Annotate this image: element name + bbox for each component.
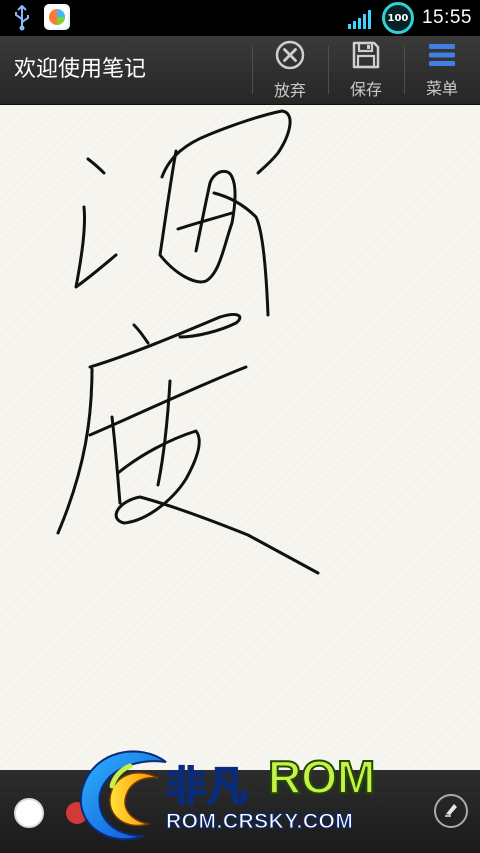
- floppy-disk-icon: [351, 40, 381, 74]
- watermark-brand-rom: ROM: [267, 750, 376, 804]
- page-title: 欢迎使用笔记: [14, 57, 147, 82]
- color-swatch-white[interactable]: [14, 798, 44, 828]
- eraser-icon: [442, 800, 460, 822]
- battery-icon: 100: [381, 2, 414, 34]
- menu-icon: [427, 41, 457, 73]
- status-bar: 100 15:55: [0, 0, 480, 36]
- usb-icon: [8, 4, 36, 32]
- battery-level: 100: [387, 12, 409, 24]
- watermark-emblem: [79, 750, 167, 841]
- clock: 15:55: [421, 7, 472, 28]
- watermark-url: ROM.CRSKY.COM: [165, 810, 354, 834]
- drawing-canvas[interactable]: [0, 105, 480, 770]
- save-button[interactable]: 保存: [328, 36, 404, 104]
- watermark-brand-cn: 非凡: [165, 763, 248, 811]
- handwriting-strokes: [56, 109, 320, 575]
- discard-label: 放弃: [273, 81, 306, 100]
- status-indicators: 100 15:55: [347, 0, 472, 36]
- ink-stroke: [176, 211, 234, 231]
- menu-button[interactable]: 菜单: [404, 36, 480, 104]
- ink-stroke: [110, 415, 122, 505]
- notification-area[interactable]: [8, 4, 70, 32]
- ink-stroke: [56, 367, 94, 535]
- close-circle-icon: [274, 39, 306, 75]
- ink-stroke: [88, 313, 242, 369]
- screen: 100 15:55 欢迎使用笔记 放弃 保存 菜单 非凡 ROM ROM.CRS…: [0, 0, 480, 853]
- ink-stroke: [114, 429, 320, 575]
- ink-stroke: [160, 109, 292, 179]
- signal-icon: [347, 7, 374, 29]
- ink-stroke: [74, 205, 118, 289]
- ink-stroke: [86, 157, 106, 175]
- eraser-button[interactable]: [434, 794, 468, 828]
- ink-stroke: [132, 323, 150, 345]
- app-notification-icon: [44, 4, 70, 30]
- action-bar: 欢迎使用笔记 放弃 保存 菜单: [0, 36, 480, 105]
- menu-label: 菜单: [425, 79, 458, 98]
- discard-button[interactable]: 放弃: [252, 36, 328, 104]
- watermark-logo: 非凡 ROM ROM.CRSKY.COM: [70, 740, 420, 850]
- save-label: 保存: [349, 80, 382, 99]
- ink-stroke: [156, 379, 172, 487]
